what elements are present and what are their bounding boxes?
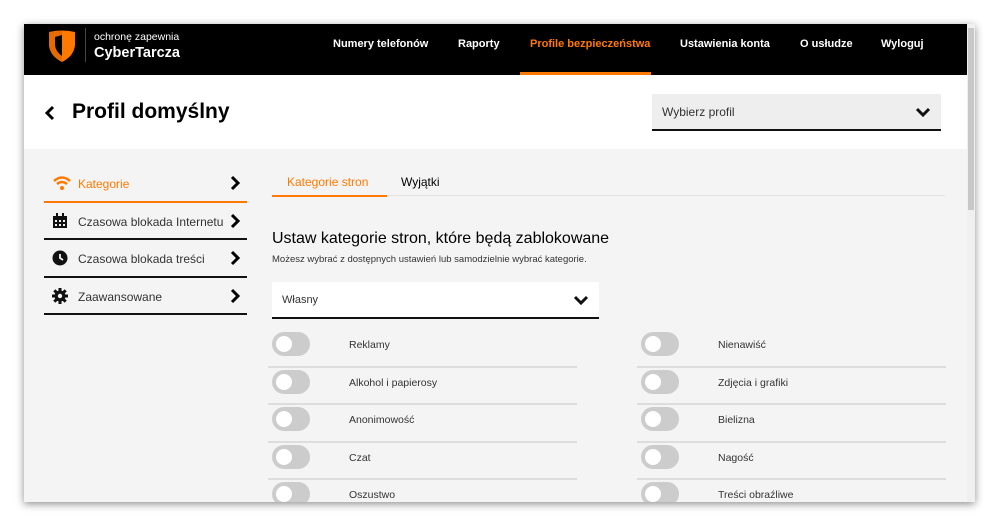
calendar-icon <box>53 212 67 228</box>
toggle-knob <box>645 486 661 502</box>
wifi-icon <box>53 176 71 190</box>
toggle-knob <box>645 336 661 352</box>
categories-left-column: Reklamy Alkohol i papierosy Anonimowość Cza… <box>268 330 577 502</box>
toggle-knob <box>276 448 292 465</box>
category-row: Bielizna <box>637 405 946 443</box>
category-label: Reklamy <box>349 339 390 351</box>
category-label: Treści obraźliwe <box>718 489 794 501</box>
category-row: Treści obraźliwe <box>637 480 946 502</box>
shield-logo-icon <box>49 30 75 62</box>
back-chevron-icon[interactable] <box>44 105 56 121</box>
category-row: Nagość <box>637 443 946 480</box>
page-header: Profil domyślny Wybierz profil <box>24 75 967 149</box>
chevron-right-icon <box>230 213 241 228</box>
category-toggle[interactable] <box>641 482 679 502</box>
sidebar-item-czasowa-blokada-internetu[interactable]: Czasowa blokada Internetu <box>44 203 247 240</box>
section-subtitle: Możesz wybrać z dostępnych ustawień lub … <box>272 254 587 265</box>
chevron-right-icon <box>230 250 241 266</box>
preset-select-value: Własny <box>282 294 319 306</box>
category-row: Anonimowość <box>268 405 577 443</box>
category-toggle[interactable] <box>272 482 310 502</box>
nav-profile-bezpieczenstwa[interactable]: Profile bezpieczeństwa <box>530 38 650 50</box>
page-title: Profil domyślny <box>72 100 230 123</box>
tab-bar: Kategorie stron Wyjątki <box>272 170 945 197</box>
sidebar: Kategorie Czasowa blokada Internetu Czas… <box>44 165 247 315</box>
toggle-knob <box>645 411 661 427</box>
preset-select[interactable]: Własny <box>272 282 599 319</box>
sidebar-item-label: Czasowa blokada treści <box>78 252 205 266</box>
category-row: Reklamy <box>268 330 577 368</box>
toggle-knob <box>276 336 292 352</box>
browser-window: ochronę zapewnia CyberTarcza Numery tele… <box>24 24 975 502</box>
category-row: Czat <box>268 443 577 480</box>
gear-icon <box>52 287 68 304</box>
category-toggle[interactable] <box>641 369 679 394</box>
logo-divider <box>85 28 86 62</box>
category-label: Alkohol i papierosy <box>349 376 438 389</box>
sidebar-item-label: Zaawansowane <box>78 289 163 304</box>
sidebar-item-label: Czasowa blokada Internetu <box>78 214 224 229</box>
category-toggle[interactable] <box>272 369 310 394</box>
category-label: Czat <box>349 451 371 464</box>
category-label: Zdjęcia i grafiki <box>718 376 789 389</box>
toggle-knob <box>276 411 292 427</box>
sidebar-item-label: Kategorie <box>78 177 130 191</box>
category-toggle[interactable] <box>272 444 310 469</box>
nav-o-usludze[interactable]: O usłudze <box>800 38 853 50</box>
scrollbar-thumb[interactable] <box>968 28 974 210</box>
nav-numery-telefonow[interactable]: Numery telefonów <box>333 38 428 50</box>
category-row: Oszustwo <box>268 480 577 502</box>
category-row: Zdjęcia i grafiki <box>637 368 946 405</box>
category-toggle[interactable] <box>641 332 679 356</box>
active-tab-underline <box>272 195 387 197</box>
category-toggle[interactable] <box>641 407 679 431</box>
sidebar-item-czasowa-blokada-tresci[interactable]: Czasowa blokada treści <box>44 240 247 278</box>
brand-name[interactable]: CyberTarcza <box>94 45 180 61</box>
scrollbar[interactable] <box>967 24 975 502</box>
category-label: Oszustwo <box>349 489 396 501</box>
category-toggle[interactable] <box>272 407 310 431</box>
chevron-right-icon <box>230 288 241 303</box>
category-toggle[interactable] <box>272 332 310 356</box>
sidebar-item-zaawansowane[interactable]: Zaawansowane <box>44 278 247 315</box>
section-heading: Ustaw kategorie stron, które będą zablok… <box>272 230 610 247</box>
tab-kategorie-stron[interactable]: Kategorie stron <box>287 175 368 189</box>
category-row: Nienawiść <box>637 330 946 368</box>
nav-wyloguj[interactable]: Wyloguj <box>881 38 924 50</box>
category-toggle[interactable] <box>641 444 679 469</box>
category-row: Alkohol i papierosy <box>268 368 577 405</box>
toggle-knob <box>276 373 292 390</box>
nav-raporty[interactable]: Raporty <box>458 38 500 50</box>
chevron-right-icon <box>230 175 241 191</box>
profile-select-label: Wybierz profil <box>662 105 735 119</box>
category-label: Anonimowość <box>349 414 415 426</box>
nav-ustawienia-konta[interactable]: Ustawienia konta <box>680 38 770 50</box>
category-label: Nienawiść <box>718 339 766 351</box>
sidebar-item-kategorie[interactable]: Kategorie <box>44 165 247 203</box>
category-label: Bielizna <box>718 414 755 426</box>
tab-wyjatki[interactable]: Wyjątki <box>401 175 440 189</box>
top-header: ochronę zapewnia CyberTarcza Numery tele… <box>24 24 967 75</box>
chevron-down-icon <box>573 295 589 306</box>
clock-icon <box>52 250 68 266</box>
profile-select[interactable]: Wybierz profil <box>652 94 941 131</box>
chevron-down-icon <box>915 107 931 118</box>
toggle-knob <box>645 448 661 465</box>
brand-tagline: ochronę zapewnia <box>94 31 180 43</box>
toggle-knob <box>276 486 292 502</box>
toggle-knob <box>645 373 661 390</box>
category-label: Nagość <box>718 451 754 464</box>
categories-right-column: Nienawiść Zdjęcia i grafiki Bielizna Nagość… <box>637 330 946 502</box>
